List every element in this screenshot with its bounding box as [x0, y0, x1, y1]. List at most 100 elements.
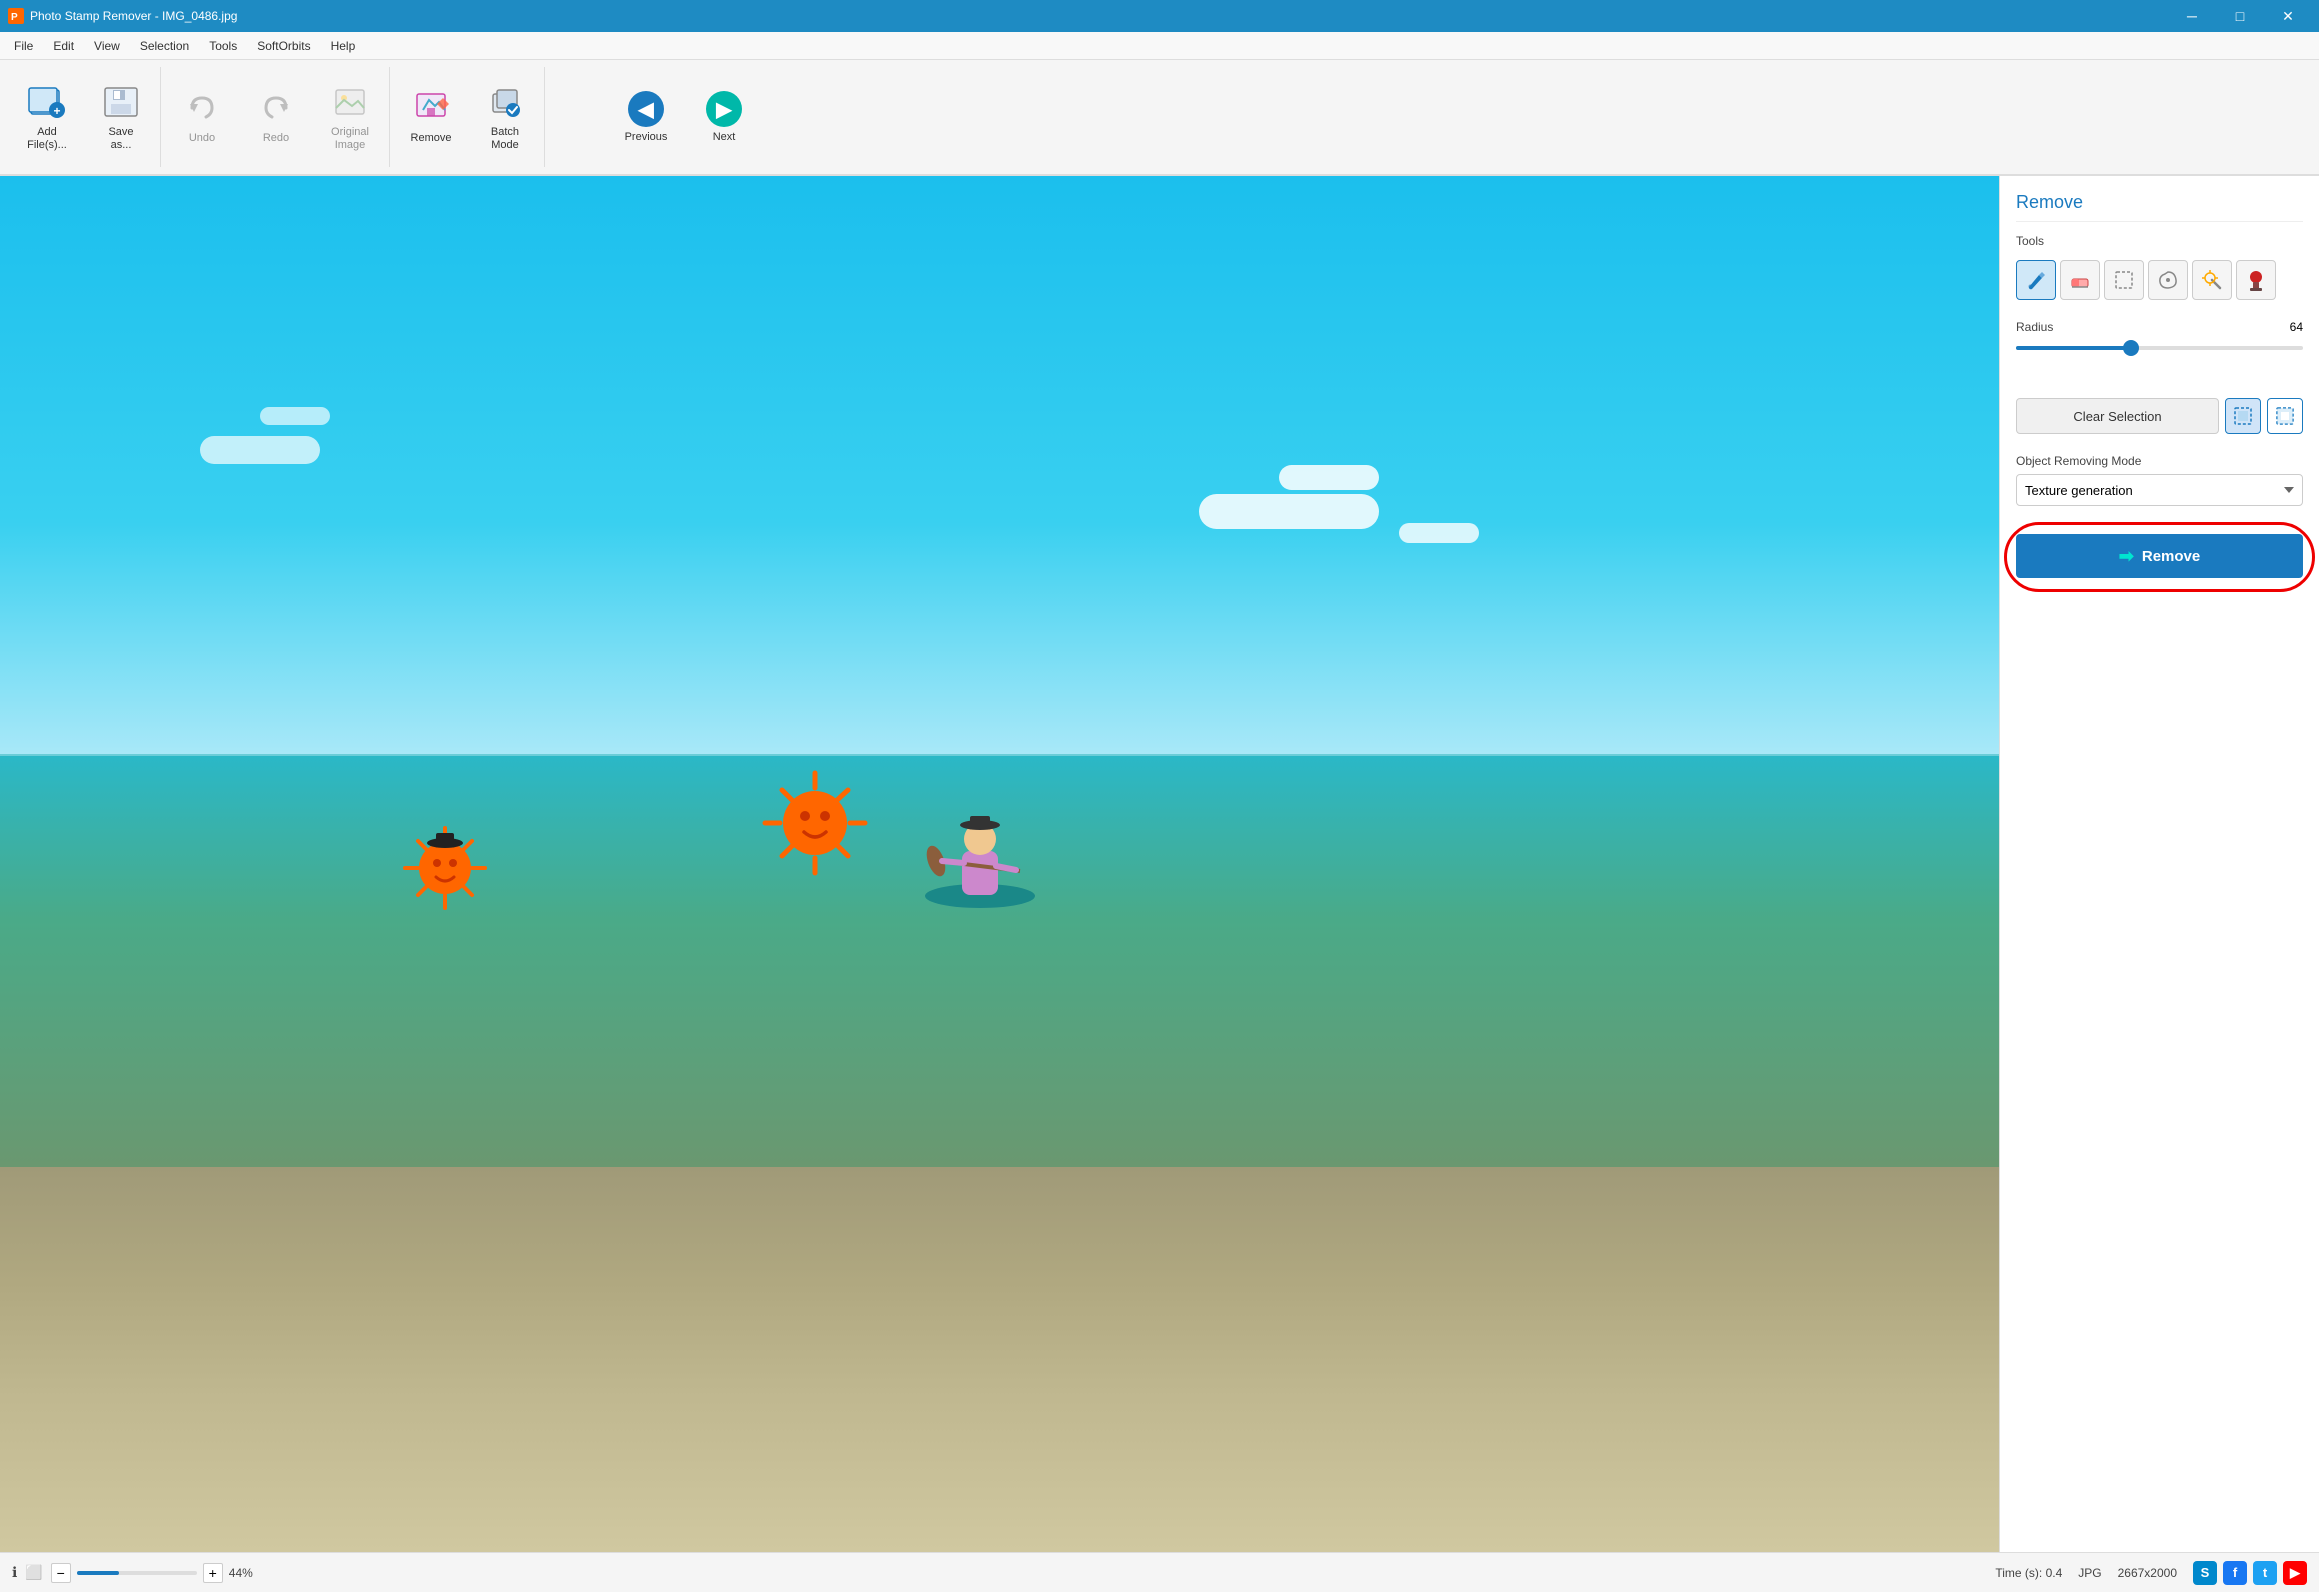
cloud-1 — [1199, 494, 1379, 529]
toolbar-nav-group: ◀ Previous ▶ Next — [607, 67, 763, 167]
undo-button[interactable]: Undo — [167, 72, 237, 162]
window-controls: ─ □ ✕ — [2169, 0, 2311, 32]
facebook-icon[interactable]: f — [2223, 1561, 2247, 1585]
titlebar: P Photo Stamp Remover - IMG_0486.jpg ─ □… — [0, 0, 2319, 32]
shore-layer — [0, 1167, 1999, 1552]
zoom-out-button[interactable]: − — [51, 1563, 71, 1583]
menu-softorbits[interactable]: SoftOrbits — [247, 35, 320, 57]
previous-icon: ◀ — [628, 91, 664, 127]
batch-mode-button[interactable]: BatchMode — [470, 72, 540, 162]
sky-layer — [0, 176, 1999, 754]
rect-select-tool-button[interactable] — [2104, 260, 2144, 300]
sun-creature-2 — [760, 768, 870, 878]
statusbar: ℹ ⬜ − + 44% Time (s): 0.4 JPG 2667x2000 … — [0, 1552, 2319, 1592]
brush-icon — [2025, 269, 2047, 291]
lasso-tool-button[interactable] — [2148, 260, 2188, 300]
status-icon-info: ℹ — [12, 1564, 17, 1581]
toolbar-remove-group: Remove BatchMode — [392, 67, 545, 167]
menu-file[interactable]: File — [4, 35, 43, 57]
undo-icon — [182, 88, 222, 128]
toolbar: + AddFile(s)... Saveas... — [0, 60, 2319, 176]
menu-view[interactable]: View — [84, 35, 130, 57]
tools-label: Tools — [2016, 234, 2303, 248]
radius-fill — [2016, 346, 2131, 350]
next-button[interactable]: ▶ Next — [689, 72, 759, 162]
main-area: Remove Tools — [0, 176, 2319, 1552]
rect-select-icon — [2113, 269, 2135, 291]
minimize-button[interactable]: ─ — [2169, 0, 2215, 32]
status-icon-select: ⬜ — [25, 1564, 42, 1581]
tools-row — [2016, 260, 2303, 300]
radius-row: Radius 64 — [2016, 320, 2303, 334]
zoom-in-button[interactable]: + — [203, 1563, 223, 1583]
save-as-label: Saveas... — [108, 126, 133, 152]
save-as-icon — [101, 82, 141, 122]
previous-button[interactable]: ◀ Previous — [611, 72, 681, 162]
menubar: File Edit View Selection Tools SoftOrbit… — [0, 32, 2319, 60]
cloud-4 — [200, 436, 320, 464]
person-kayak — [920, 781, 1040, 921]
add-files-icon: + — [27, 82, 67, 122]
menu-help[interactable]: Help — [321, 35, 366, 57]
undo-label: Undo — [189, 132, 215, 145]
lasso-icon — [2157, 269, 2179, 291]
eraser-tool-button[interactable] — [2060, 260, 2100, 300]
right-panel: Remove Tools — [1999, 176, 2319, 1552]
dimensions-label: 2667x2000 — [2118, 1566, 2177, 1580]
magic-wand-tool-button[interactable] — [2192, 260, 2232, 300]
radius-slider[interactable] — [2016, 338, 2303, 358]
next-label: Next — [713, 131, 736, 143]
twitter-icon[interactable]: t — [2253, 1561, 2277, 1585]
save-as-button[interactable]: Saveas... — [86, 72, 156, 162]
window-title: Photo Stamp Remover - IMG_0486.jpg — [30, 9, 2169, 23]
redo-icon — [256, 88, 296, 128]
panel-title: Remove — [2016, 192, 2303, 222]
menu-selection[interactable]: Selection — [130, 35, 199, 57]
svg-text:+: + — [53, 104, 60, 118]
toolbar-file-group: + AddFile(s)... Saveas... — [8, 67, 161, 167]
softorbits-icon[interactable]: S — [2193, 1561, 2217, 1585]
select-outer-icon — [2275, 406, 2295, 426]
batch-mode-label: BatchMode — [491, 126, 519, 152]
cloud-2 — [1279, 465, 1379, 490]
toolbar-edit-group: Undo Redo OriginalImage — [163, 67, 390, 167]
format-label: JPG — [2078, 1566, 2101, 1580]
stamp-tool-button[interactable] — [2236, 260, 2276, 300]
original-image-button[interactable]: OriginalImage — [315, 72, 385, 162]
original-image-icon — [330, 82, 370, 122]
clear-selection-row: Clear Selection — [2016, 398, 2303, 434]
redo-button[interactable]: Redo — [241, 72, 311, 162]
remove-arrow-icon: ➡ — [2119, 546, 2134, 567]
zoom-fill — [77, 1571, 119, 1575]
clear-selection-button[interactable]: Clear Selection — [2016, 398, 2219, 434]
menu-tools[interactable]: Tools — [199, 35, 247, 57]
remove-toolbar-button[interactable]: Remove — [396, 72, 466, 162]
cloud-5 — [260, 407, 330, 425]
radius-label: Radius — [2016, 320, 2053, 334]
next-icon: ▶ — [706, 91, 742, 127]
remove-toolbar-label: Remove — [411, 132, 452, 145]
redo-label: Redo — [263, 132, 289, 145]
remove-action-button[interactable]: ➡ Remove — [2016, 534, 2303, 578]
status-right: Time (s): 0.4 JPG 2667x2000 S f t ▶ — [1995, 1561, 2307, 1585]
app-icon: P — [8, 8, 24, 24]
youtube-icon[interactable]: ▶ — [2283, 1561, 2307, 1585]
zoom-label: 44% — [229, 1566, 253, 1580]
original-image-label: OriginalImage — [331, 126, 369, 152]
menu-edit[interactable]: Edit — [43, 35, 84, 57]
canvas-area[interactable] — [0, 176, 1999, 1552]
close-button[interactable]: ✕ — [2265, 0, 2311, 32]
previous-label: Previous — [625, 131, 668, 143]
maximize-button[interactable]: □ — [2217, 0, 2263, 32]
zoom-slider[interactable] — [77, 1571, 197, 1575]
magic-wand-icon — [2201, 269, 2223, 291]
select-mode-outer-button[interactable] — [2267, 398, 2303, 434]
brush-tool-button[interactable] — [2016, 260, 2056, 300]
radius-thumb[interactable] — [2123, 340, 2139, 356]
select-mode-inner-button[interactable] — [2225, 398, 2261, 434]
remove-action-label: Remove — [2142, 548, 2200, 565]
add-files-button[interactable]: + AddFile(s)... — [12, 72, 82, 162]
remove-action-container: ➡ Remove — [2016, 534, 2303, 578]
time-label: Time (s): 0.4 — [1995, 1566, 2062, 1580]
mode-dropdown[interactable]: Texture generation Smart fill Blur Inpai… — [2016, 474, 2303, 506]
